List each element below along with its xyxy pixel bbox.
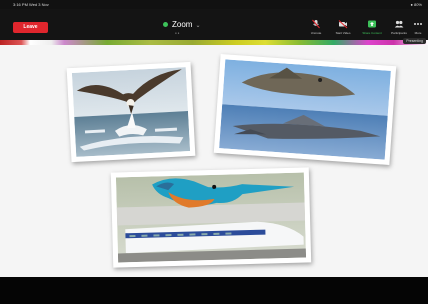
eagle-airplane-photo <box>71 67 191 157</box>
photo-card-kingfisher-train[interactable] <box>110 167 312 268</box>
unmute-label: Unmute <box>310 31 322 35</box>
meeting-title[interactable]: Zoom ⌄ <box>163 20 200 29</box>
meeting-title-text: Zoom <box>172 20 193 29</box>
kingfisher-train-photo <box>115 172 307 263</box>
unmute-button[interactable]: Unmute <box>303 19 329 35</box>
participants-icon <box>394 20 404 28</box>
battery-indicator: ● 80% <box>410 2 422 7</box>
status-bar: 3:16 PM Wed 3 Nov ● 80% <box>0 0 428 9</box>
start-video-button[interactable]: Start Video <box>330 19 356 35</box>
photo-card-eagle-airplane[interactable] <box>66 61 196 163</box>
photo-card-bird-stealth[interactable] <box>213 53 397 166</box>
chevron-down-icon: ⌄ <box>195 23 201 29</box>
share-content-label: Share Content <box>362 31 382 35</box>
status-time: 3:16 PM Wed 3 Nov <box>13 2 49 7</box>
leave-button[interactable]: Leave <box>13 22 48 33</box>
mic-off-icon <box>312 19 320 29</box>
more-label: More <box>414 31 422 35</box>
sharing-indicator: Presenting <box>403 38 426 44</box>
share-content-button[interactable]: Share Content <box>359 19 385 35</box>
shared-whiteboard[interactable] <box>0 45 428 277</box>
bird-stealth-plane-photo <box>219 59 391 160</box>
battery-level: 80% <box>413 2 422 7</box>
more-icon <box>414 23 422 25</box>
meeting-subtitle: ● ● <box>175 31 180 35</box>
bottom-bar <box>0 277 428 304</box>
security-shield-icon <box>163 22 168 28</box>
start-video-label: Start Video <box>335 31 351 35</box>
share-screen-icon <box>368 20 376 28</box>
more-button[interactable]: More <box>408 19 428 35</box>
video-off-icon <box>338 20 348 29</box>
meeting-toolbar: Leave Zoom ⌄ ● ● Unmute Start Video Share… <box>0 9 428 40</box>
